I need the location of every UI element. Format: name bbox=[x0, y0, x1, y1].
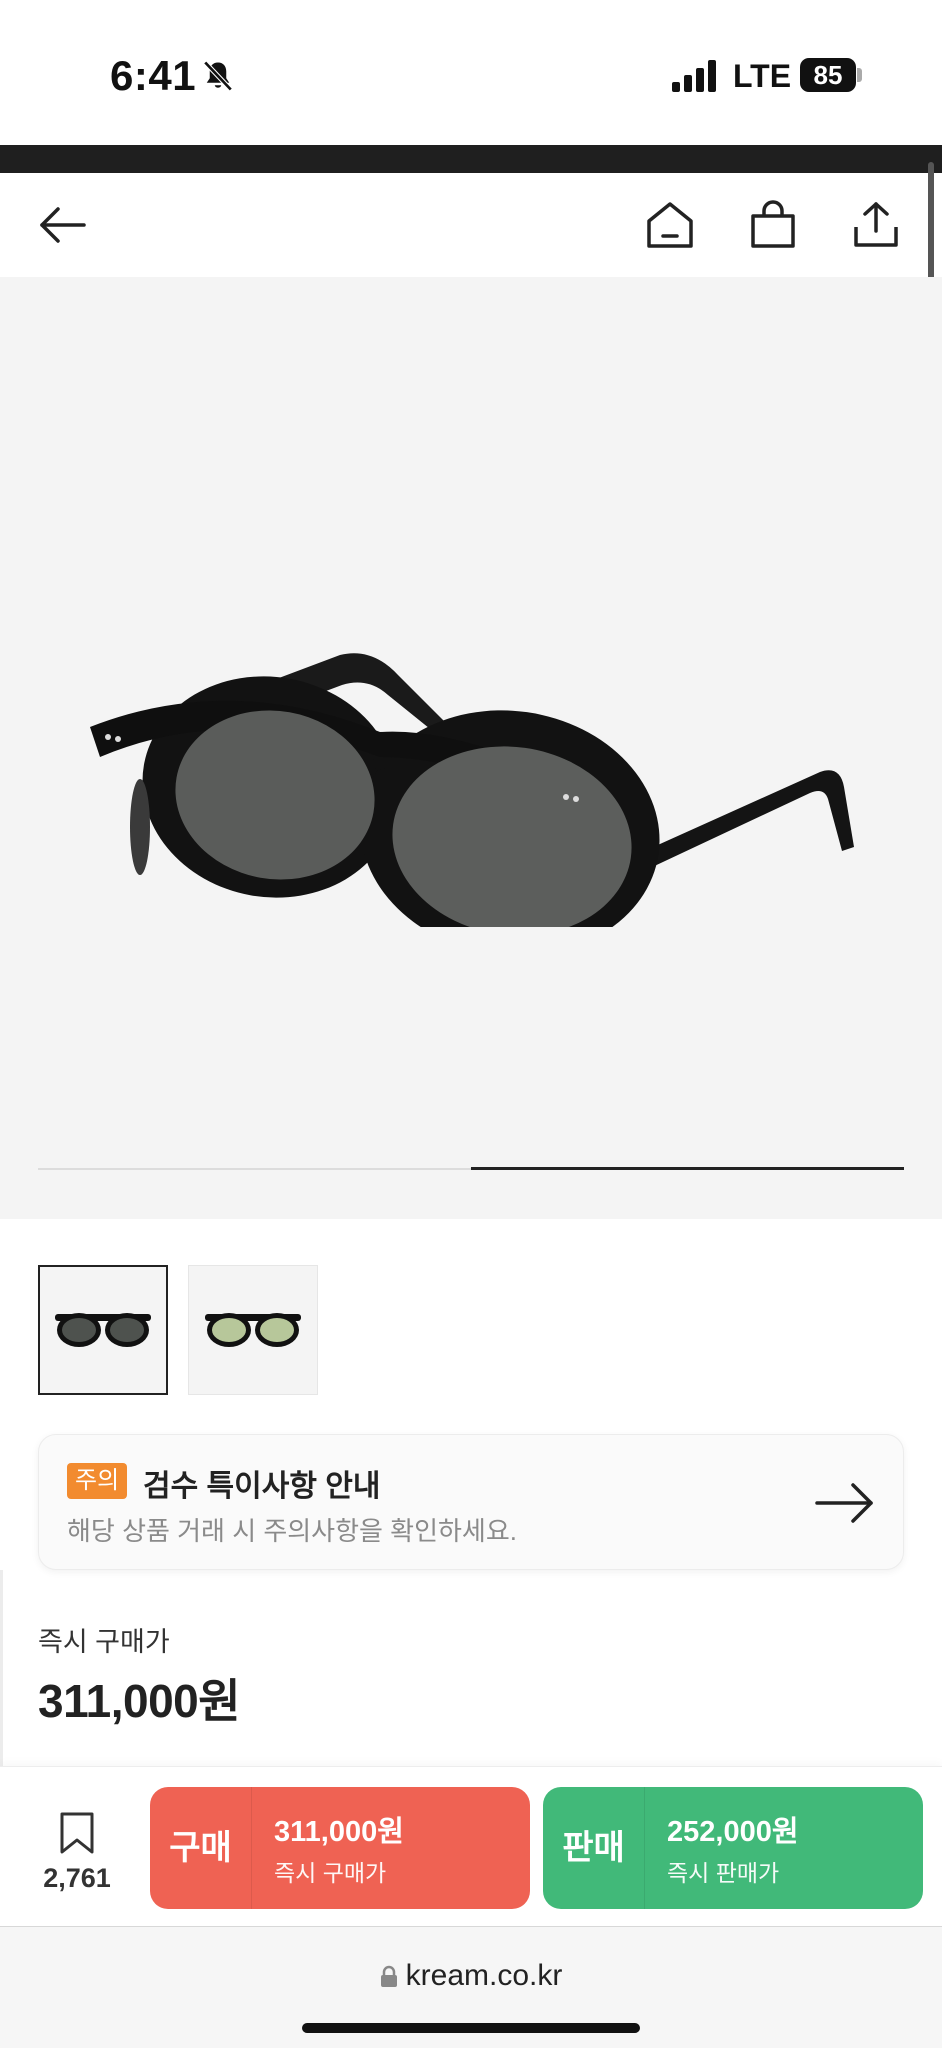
notice-title: 검수 특이사항 안내 bbox=[143, 1470, 381, 1503]
lock-icon bbox=[380, 1965, 397, 1987]
bottom-action-bar: 2,761 구매 311,000원 즉시 구매가 판매 252,000원 즉시 … bbox=[0, 1766, 942, 1926]
sell-price: 252,000원 bbox=[667, 1816, 799, 1848]
home-icon[interactable] bbox=[644, 199, 696, 251]
thumbnail-black-lens[interactable] bbox=[38, 1265, 168, 1395]
section-edge bbox=[0, 1570, 3, 1766]
home-indicator[interactable] bbox=[302, 2023, 640, 2033]
instant-buy-price-label: 즉시 구매가 bbox=[38, 1627, 170, 1657]
carousel-progress-indicator bbox=[471, 1167, 904, 1170]
bell-slash-icon bbox=[203, 60, 233, 92]
status-time: 6:41 bbox=[110, 52, 197, 99]
top-navigation bbox=[0, 173, 942, 277]
buy-label: 구매 bbox=[150, 1787, 252, 1909]
url-text: kream.co.kr bbox=[405, 1959, 563, 1992]
sunglasses-green-icon bbox=[205, 1313, 301, 1347]
product-image-carousel[interactable] bbox=[0, 277, 942, 1219]
sell-info: 252,000원 즉시 판매가 bbox=[645, 1808, 799, 1888]
sell-button[interactable]: 판매 252,000원 즉시 판매가 bbox=[543, 1787, 923, 1909]
buy-info: 311,000원 즉시 구매가 bbox=[252, 1808, 404, 1888]
thumbnail-green-lens[interactable] bbox=[188, 1265, 318, 1395]
share-icon[interactable] bbox=[850, 199, 902, 251]
shopping-bag-icon[interactable] bbox=[747, 199, 799, 251]
instant-buy-price: 311,000원 bbox=[38, 1675, 241, 1727]
sunglasses-dark-icon bbox=[55, 1313, 151, 1347]
browser-address-bar[interactable]: kream.co.kr bbox=[0, 1926, 942, 2048]
arrow-right-icon bbox=[815, 1483, 873, 1523]
buy-sub: 즉시 구매가 bbox=[274, 1860, 387, 1886]
notice-badge: 주의 bbox=[67, 1463, 128, 1499]
thumbnail-strip bbox=[38, 1265, 318, 1395]
notice-subtitle: 해당 상품 거래 시 주의사항을 확인하세요. bbox=[67, 1516, 517, 1546]
bookmark-icon bbox=[60, 1812, 94, 1854]
product-image bbox=[90, 653, 854, 927]
signal-icon bbox=[672, 60, 716, 92]
wishlist-button[interactable]: 2,761 bbox=[30, 1811, 124, 1894]
sell-sub: 즉시 판매가 bbox=[667, 1860, 780, 1886]
back-arrow-icon[interactable] bbox=[36, 199, 88, 251]
buy-price: 311,000원 bbox=[274, 1816, 404, 1848]
battery-cap bbox=[857, 68, 862, 82]
inspection-notice-card[interactable]: 주의 검수 특이사항 안내 해당 상품 거래 시 주의사항을 확인하세요. bbox=[38, 1434, 904, 1570]
buy-button[interactable]: 구매 311,000원 즉시 구매가 bbox=[150, 1787, 530, 1909]
url-display[interactable]: kream.co.kr bbox=[0, 1959, 942, 1993]
status-bar: 6:41 LTE 85 bbox=[0, 0, 942, 145]
carousel-progress-track bbox=[38, 1167, 904, 1170]
battery-level: 85 bbox=[800, 58, 856, 92]
wishlist-count: 2,761 bbox=[43, 1863, 111, 1893]
network-type: LTE bbox=[733, 58, 792, 94]
sell-label: 판매 bbox=[543, 1787, 645, 1909]
top-divider-strip bbox=[0, 145, 942, 173]
